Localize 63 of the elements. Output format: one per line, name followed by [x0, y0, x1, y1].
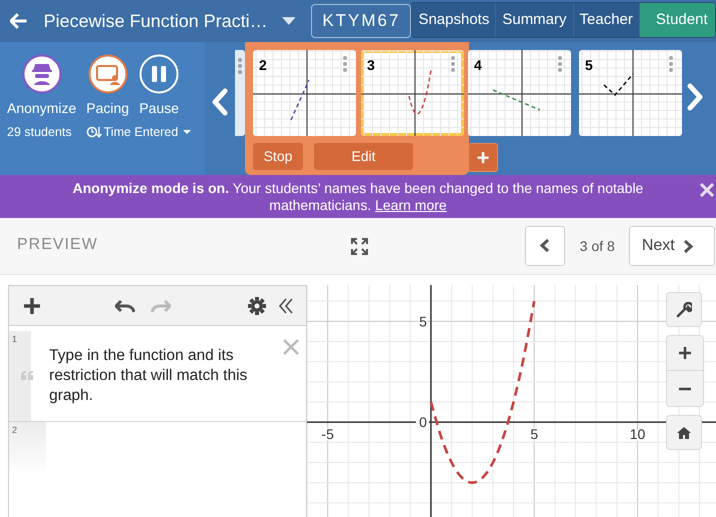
screen-number: 3 [367, 56, 375, 75]
dots-icon[interactable] [343, 56, 347, 72]
dots-icon[interactable] [558, 56, 562, 72]
settings-icon[interactable] [248, 296, 266, 314]
dots-icon[interactable] [451, 56, 455, 72]
clock-sort-icon [86, 126, 102, 138]
plus-icon [678, 346, 692, 360]
home-button[interactable] [666, 415, 702, 450]
next-button[interactable]: Next [628, 226, 715, 266]
view-tab[interactable]: Snapshots [412, 3, 496, 37]
chevron-right-icon [687, 83, 703, 111]
wrench-icon [676, 302, 692, 318]
tick-label: -5 [321, 426, 334, 442]
page-title: Piecewise Function Practi… [44, 10, 268, 32]
expand-icon[interactable] [350, 238, 368, 254]
row-number: 2 [12, 425, 18, 435]
screen-thumbnail[interactable]: 3 [361, 50, 464, 136]
add-button[interactable]: + [468, 143, 498, 172]
home-icon [676, 426, 692, 440]
anonymize-button[interactable]: Anonymize [7, 54, 76, 119]
edit-button[interactable]: Edit [314, 143, 413, 170]
chevron-right-icon [682, 238, 693, 254]
screen-number: 5 [585, 56, 593, 75]
banner-message: Anonymize mode is on. Your students’ names have been changed to the names of notable mathematicians. Learn more [72, 180, 644, 214]
sort-dropdown[interactable]: Time Entered [86, 123, 192, 142]
preview-label: PREVIEW [17, 235, 98, 255]
chevron-left-icon [212, 88, 228, 116]
close-icon [700, 183, 714, 198]
dots-icon[interactable] [238, 58, 242, 74]
tick-label: 5 [419, 313, 427, 330]
caret-icon[interactable] [282, 16, 296, 26]
settings-button[interactable] [666, 292, 702, 327]
undo-icon[interactable] [115, 298, 135, 312]
previous-button[interactable] [524, 226, 565, 266]
screen-thumbnail[interactable] [235, 50, 245, 136]
screen-number: 2 [259, 56, 267, 75]
tick-label: 10 [630, 426, 646, 442]
screen-thumbnail[interactable]: 2 [253, 50, 356, 136]
quote-icon [21, 371, 33, 380]
close-button[interactable] [700, 181, 714, 198]
plus-icon[interactable] [23, 296, 41, 314]
learn-more-link[interactable]: Learn more [375, 196, 447, 212]
pause-button[interactable]: Pause [139, 54, 180, 119]
class-code[interactable]: KTYM67 [311, 4, 412, 38]
collapse-icon[interactable] [278, 298, 294, 314]
stop-button[interactable]: Stop [253, 143, 303, 170]
pacing-button[interactable]: Pacing [86, 54, 130, 119]
note-text: Type in the function and its restriction that will match this graph. [49, 346, 248, 406]
back-icon[interactable] [10, 13, 28, 29]
tick-label: 5 [530, 426, 538, 442]
caret-icon [183, 130, 192, 135]
dots-icon[interactable] [669, 56, 673, 72]
chevron-left-icon [540, 238, 550, 254]
view-tab[interactable]: Student [640, 3, 715, 37]
screen-thumbnail[interactable]: 5 [579, 50, 682, 136]
row-number: 1 [12, 334, 18, 344]
screen-thumbnail[interactable]: 4 [468, 50, 571, 136]
zoom-in-button[interactable] [667, 336, 703, 371]
tick-label: 0 [419, 414, 427, 430]
page-position: 3 of 8 [580, 236, 615, 256]
student-count: 29 students [7, 124, 72, 141]
screen-number: 4 [474, 56, 482, 75]
minus-icon [678, 386, 692, 390]
